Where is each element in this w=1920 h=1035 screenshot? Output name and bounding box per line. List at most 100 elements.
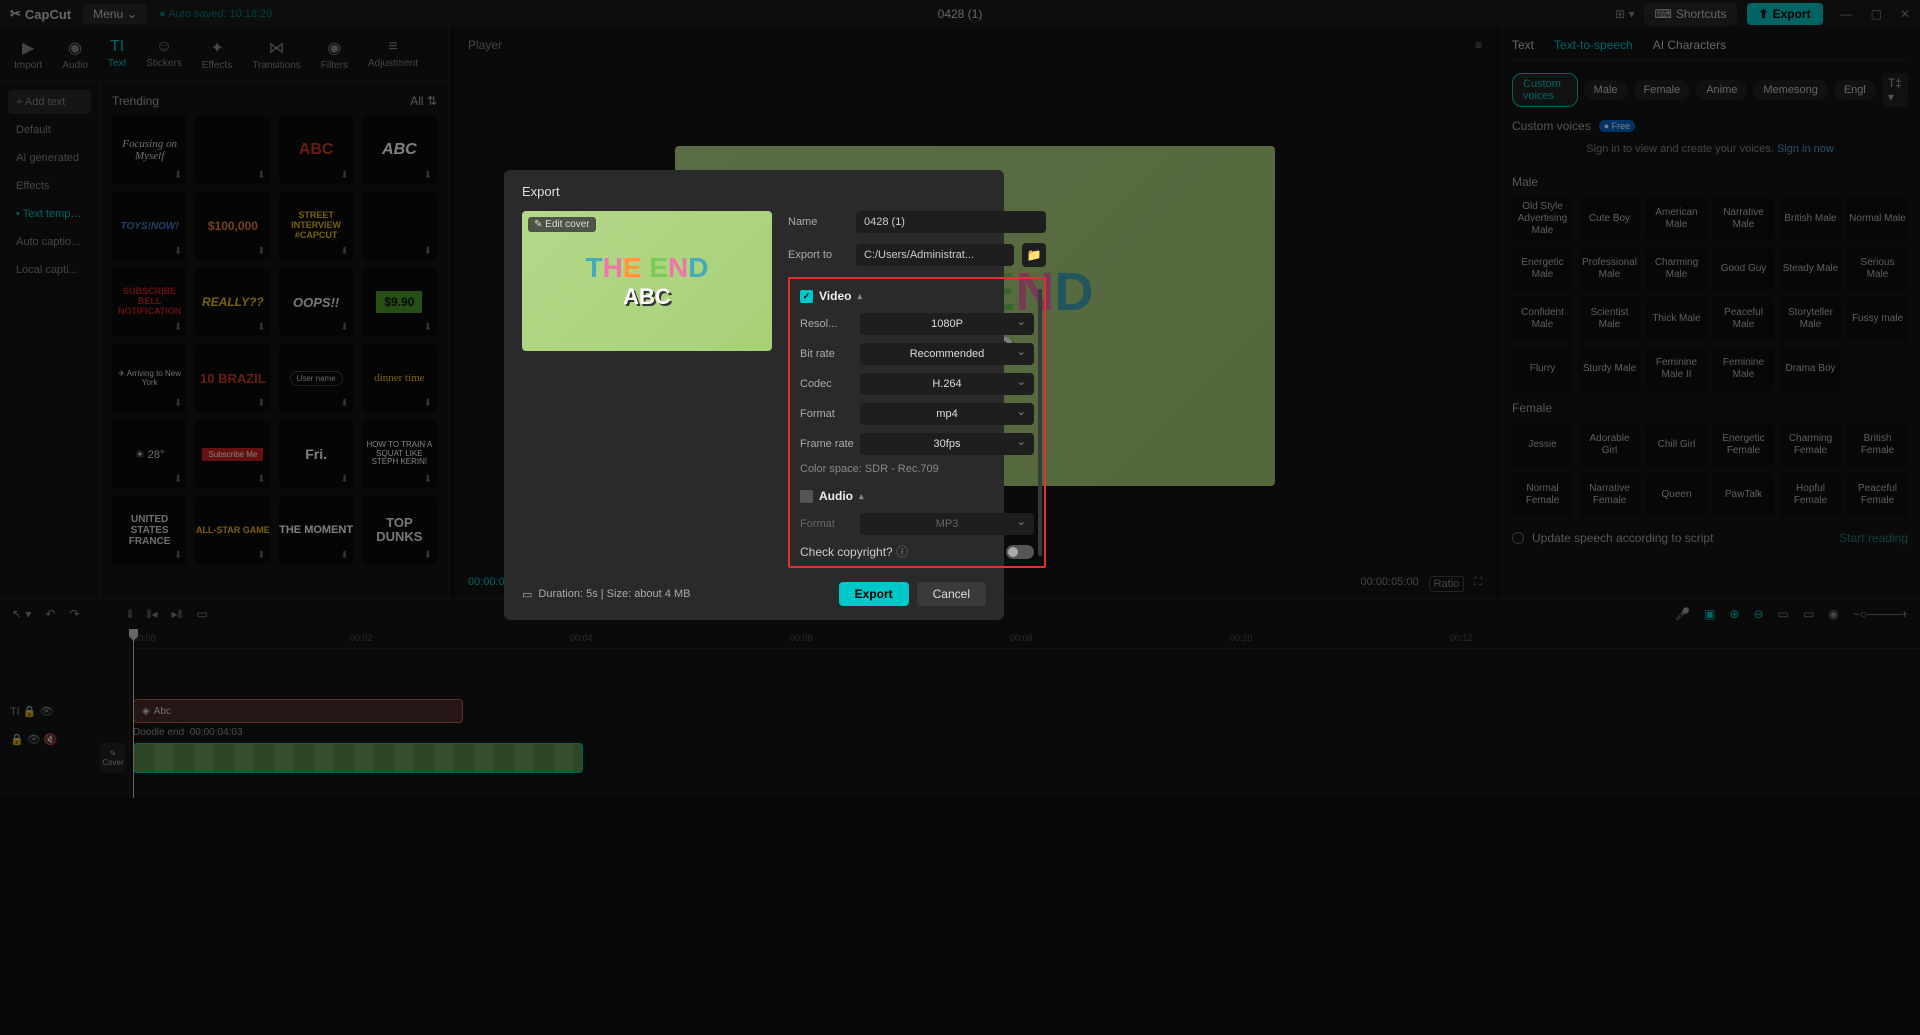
voice-option[interactable]: Charming Female	[1780, 423, 1841, 467]
template-item[interactable]: Focusing on Myself⬇	[112, 116, 187, 184]
cursor-tool-icon[interactable]: ↖ ▾	[12, 607, 31, 621]
download-icon[interactable]: ⬇	[257, 246, 265, 257]
filter-anime[interactable]: Anime	[1696, 80, 1747, 100]
mic-icon[interactable]: 🎤	[1675, 607, 1690, 621]
ratio-button[interactable]: Ratio	[1429, 576, 1465, 592]
tab-filters[interactable]: ◉Filters	[317, 36, 352, 73]
download-icon[interactable]: ⬇	[257, 474, 265, 485]
signin-link[interactable]: Sign in now	[1777, 143, 1834, 155]
voice-option[interactable]: Normal Female	[1512, 473, 1573, 517]
timeline-ruler[interactable]: 00:00 00:02 00:04 00:06 00:08 00:10 00:1…	[130, 629, 1920, 649]
exportto-input[interactable]	[856, 244, 1014, 266]
video-clip[interactable]	[133, 743, 583, 773]
template-item[interactable]: $100,000⬇	[195, 192, 270, 260]
filter-settings-icon[interactable]: T‡ ▾	[1882, 73, 1908, 107]
download-icon[interactable]: ⬇	[257, 322, 265, 333]
filter-male[interactable]: Male	[1584, 80, 1628, 100]
template-item[interactable]: SUBSCRIBE BELL NOTIFICATION⬇	[112, 268, 187, 336]
shortcuts-button[interactable]: ⌨ Shortcuts	[1644, 3, 1736, 25]
trim-left-icon[interactable]: ‖◂	[147, 607, 158, 621]
voice-option[interactable]: Scientist Male	[1579, 297, 1640, 341]
voice-option[interactable]: British Male	[1780, 197, 1841, 241]
close-icon[interactable]: ✕	[1900, 7, 1910, 21]
template-item[interactable]: OOPS!!⬇	[279, 268, 354, 336]
add-text-button[interactable]: Add text	[8, 90, 91, 114]
voice-option[interactable]: Professional Male	[1579, 247, 1640, 291]
voice-option[interactable]: Peaceful Female	[1847, 473, 1908, 517]
redo-icon[interactable]: ↷	[69, 607, 79, 621]
delete-icon[interactable]: ▭	[196, 607, 207, 621]
voice-option[interactable]: Narrative Female	[1579, 473, 1640, 517]
framerate-select[interactable]: 30fps	[860, 433, 1034, 455]
resolution-select[interactable]: 1080P	[860, 313, 1034, 335]
download-icon[interactable]: ⬇	[257, 398, 265, 409]
cover-preview[interactable]: ✎ Edit cover THE END ABC	[522, 211, 772, 351]
split-icon[interactable]: ‖	[128, 607, 133, 621]
edit-cover-button[interactable]: ✎ Edit cover	[528, 217, 596, 232]
zoom-out-icon[interactable]: −○────+	[1853, 607, 1908, 621]
template-item[interactable]: $9.90⬇	[362, 268, 437, 336]
download-icon[interactable]: ⬇	[174, 170, 182, 181]
filter-custom[interactable]: Custom voices	[1512, 73, 1578, 107]
text-clip[interactable]: ◈ Abc	[133, 699, 463, 723]
copyright-toggle[interactable]	[1006, 545, 1034, 559]
tab-adjustment[interactable]: ≡Adjustment	[364, 36, 422, 73]
voice-option[interactable]: Jessie	[1512, 423, 1573, 467]
codec-select[interactable]: H.264	[860, 373, 1034, 395]
voice-option[interactable]: Steady Male	[1780, 247, 1841, 291]
voice-option[interactable]: British Female	[1847, 423, 1908, 467]
template-item[interactable]: ⬇	[362, 192, 437, 260]
tab-transitions[interactable]: ⋈Transitions	[248, 36, 305, 73]
template-item[interactable]: dinner time⬇	[362, 344, 437, 412]
sidenav-auto-captions[interactable]: Auto captio...	[8, 230, 91, 254]
voice-option[interactable]: Feminine Male	[1713, 347, 1774, 391]
voice-option[interactable]: Fussy male	[1847, 297, 1908, 341]
download-icon[interactable]: ⬇	[174, 246, 182, 257]
layout-icon[interactable]: ⊞ ▾	[1615, 7, 1634, 21]
download-icon[interactable]: ⬇	[424, 246, 432, 257]
voice-option[interactable]: Feminine Male II	[1646, 347, 1707, 391]
voice-option[interactable]: Sturdy Male	[1579, 347, 1640, 391]
tl-tool-2-icon[interactable]: ⊕	[1729, 607, 1739, 621]
template-item[interactable]: 10 BRAZIL⬇	[195, 344, 270, 412]
voice-option[interactable]: Peaceful Male	[1713, 297, 1774, 341]
voice-option[interactable]: Charming Male	[1646, 247, 1707, 291]
tab-effects[interactable]: ✦Effects	[198, 36, 236, 73]
download-icon[interactable]: ⬇	[340, 170, 348, 181]
undo-icon[interactable]: ↶	[45, 607, 55, 621]
download-icon[interactable]: ⬇	[257, 170, 265, 181]
filter-english[interactable]: Engl	[1834, 80, 1876, 100]
template-item[interactable]: ALL-STAR GAME⬇	[195, 496, 270, 564]
download-icon[interactable]: ⬇	[340, 246, 348, 257]
browse-folder-button[interactable]: 📁	[1022, 243, 1046, 267]
filter-female[interactable]: Female	[1634, 80, 1691, 100]
tab-import[interactable]: ▶Import	[10, 36, 46, 73]
download-icon[interactable]: ⬇	[340, 322, 348, 333]
download-icon[interactable]: ⬇	[424, 398, 432, 409]
download-icon[interactable]: ⬇	[424, 322, 432, 333]
tl-tool-6-icon[interactable]: ◉	[1828, 607, 1838, 621]
tab-ai-characters[interactable]: AI Characters	[1653, 38, 1726, 52]
cover-button[interactable]: ✎Cover	[100, 743, 126, 773]
sidenav-local-captions[interactable]: Local capti...	[8, 258, 91, 282]
voice-option[interactable]: Chill Girl	[1646, 423, 1707, 467]
tab-audio[interactable]: ◉Audio	[58, 36, 92, 73]
download-icon[interactable]: ⬇	[174, 474, 182, 485]
voice-option[interactable]: Adorable Girl	[1579, 423, 1640, 467]
download-icon[interactable]: ⬇	[424, 170, 432, 181]
template-item[interactable]: ABC⬇	[362, 116, 437, 184]
video-checkbox[interactable]: ✓	[800, 290, 813, 303]
voice-option[interactable]: Cute Boy	[1579, 197, 1640, 241]
template-item[interactable]: TOP DUNKS⬇	[362, 496, 437, 564]
playhead[interactable]	[133, 629, 134, 798]
template-item[interactable]: ⬇	[195, 116, 270, 184]
voice-option[interactable]: Confident Male	[1512, 297, 1573, 341]
voice-option[interactable]: Queen	[1646, 473, 1707, 517]
template-item[interactable]: HOW TO TRAIN A SQUAT LIKE STEPH KERIN!⬇	[362, 420, 437, 488]
download-icon[interactable]: ⬇	[257, 550, 265, 561]
template-item[interactable]: REALLY??⬇	[195, 268, 270, 336]
filter-memesong[interactable]: Memesong	[1753, 80, 1827, 100]
tl-tool-3-icon[interactable]: ⊖	[1753, 607, 1763, 621]
sidenav-ai[interactable]: AI generated	[8, 146, 91, 170]
download-icon[interactable]: ⬇	[174, 398, 182, 409]
